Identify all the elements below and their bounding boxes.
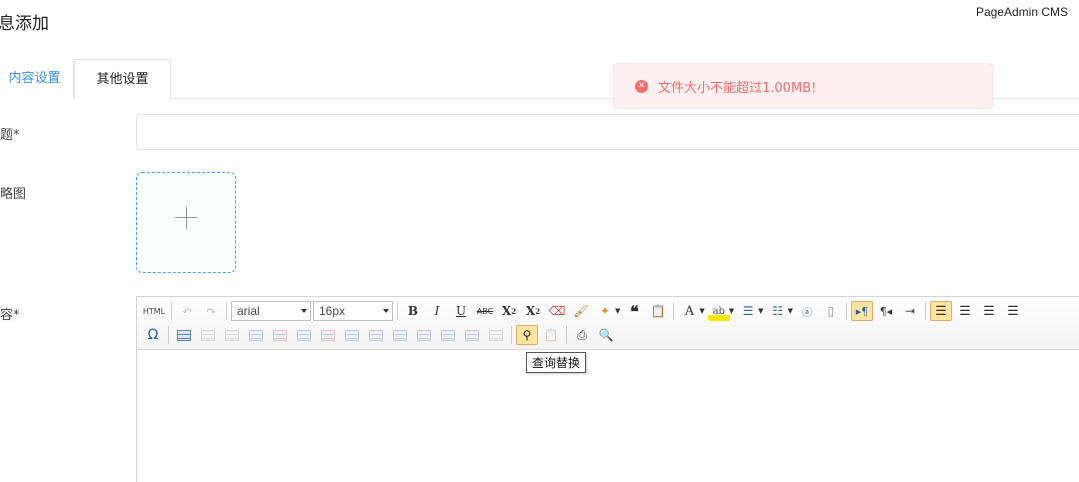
table-grid-icon — [393, 329, 407, 341]
font-size-value: 16px — [319, 304, 346, 318]
table-grid-icon — [465, 329, 479, 341]
align-center-icon[interactable]: ☰ — [954, 301, 976, 321]
table-grid-icon — [201, 329, 215, 341]
unordered-list-icon[interactable]: ☷ — [767, 301, 789, 321]
indent-icon[interactable]: ⇥ — [899, 301, 921, 321]
chevron-down-icon — [301, 309, 307, 313]
undo-icon[interactable]: ↶ — [176, 301, 198, 321]
font-color-icon[interactable]: A — [678, 301, 700, 321]
paste-text-icon[interactable]: 📋 — [647, 301, 669, 321]
split-rows-icon[interactable] — [437, 325, 459, 345]
split-cells-icon[interactable] — [413, 325, 435, 345]
highlight-icon[interactable]: ab — [707, 301, 730, 321]
table-grid-icon — [273, 329, 287, 341]
eraser-icon[interactable]: ⌫ — [546, 301, 568, 321]
delete-table-icon[interactable] — [197, 325, 219, 345]
auto-format-icon[interactable]: ✦ — [594, 301, 616, 321]
toolbar-tooltip: 查询替换 — [526, 352, 587, 373]
table-grid-icon — [297, 329, 311, 341]
align-left-icon[interactable]: ☰ — [929, 301, 952, 321]
html-source-icon[interactable]: HTML — [141, 301, 167, 321]
align-right-icon[interactable]: ☰ — [978, 301, 1000, 321]
underline-icon[interactable]: U — [450, 301, 472, 321]
special-char-icon[interactable]: Ω — [142, 325, 164, 345]
search-replace-icon[interactable]: ⚲ — [516, 325, 538, 345]
subscript-icon[interactable]: X2 — [522, 301, 544, 321]
thumbnail-label: 略图 — [0, 187, 27, 202]
insert-table-icon[interactable] — [173, 325, 195, 345]
separator — [226, 302, 227, 320]
blockquote-icon[interactable]: ❝ — [623, 301, 645, 321]
title-label: 题* — [0, 128, 20, 143]
merge-cells-icon[interactable] — [341, 325, 363, 345]
table-grid-icon — [441, 329, 455, 341]
ordered-list-icon[interactable]: ☰ — [737, 301, 759, 321]
font-size-select[interactable]: 16px — [313, 301, 393, 321]
page-title: 息添加 — [0, 14, 49, 34]
paste-icon[interactable]: 📋 — [540, 325, 562, 345]
select-all-icon[interactable]: ⓐ — [796, 301, 818, 321]
plus-icon-h — [175, 217, 197, 218]
table-props-icon[interactable] — [485, 325, 507, 345]
table-grid-icon — [225, 329, 239, 341]
title-input[interactable] — [136, 114, 1079, 150]
alert-message: 文件大小不能超过1.00MB! — [658, 80, 817, 96]
separator — [673, 302, 675, 320]
italic-icon[interactable]: I — [426, 301, 448, 321]
insert-paragraph-icon[interactable] — [221, 325, 243, 345]
thumbnail-upload[interactable] — [136, 172, 236, 273]
print-icon[interactable]: ⎙ — [571, 325, 593, 345]
table-grid-icon — [249, 329, 263, 341]
insert-row-icon[interactable] — [245, 325, 267, 345]
chevron-down-icon[interactable]: ▼ — [615, 307, 620, 315]
error-alert: ✕ 文件大小不能超过1.00MB! — [613, 63, 993, 109]
separator — [566, 326, 567, 344]
separator — [168, 326, 169, 344]
rtl-icon[interactable]: ¶◂ — [875, 301, 897, 321]
justify-icon[interactable]: ☰ — [1002, 301, 1024, 321]
content-label: 容* — [0, 308, 20, 323]
rich-text-editor[interactable]: HTML ↶ ↷ arial 16px B I U ABC X2 X2 ⌫ 🖌 … — [136, 296, 1079, 482]
superscript-icon[interactable]: X2 — [498, 301, 520, 321]
table-grid-icon — [345, 329, 359, 341]
chevron-down-icon[interactable]: ▼ — [699, 307, 704, 315]
error-circle-icon: ✕ — [635, 79, 648, 93]
editor-toolbar: HTML ↶ ↷ arial 16px B I U ABC X2 X2 ⌫ 🖌 … — [137, 297, 1079, 350]
ltr-icon[interactable]: ▸¶ — [850, 301, 873, 321]
split-cols-icon[interactable] — [461, 325, 483, 345]
toolbar-row-2: Ω ⚲ 📋 ⎙ 🔍 — [137, 324, 618, 346]
tab-other-settings[interactable]: 其他设置 — [74, 59, 171, 99]
format-brush-icon[interactable]: 🖌 — [570, 301, 592, 321]
chevron-down-icon[interactable]: ▼ — [729, 307, 734, 315]
bold-icon[interactable]: B — [402, 301, 424, 321]
chevron-down-icon[interactable]: ▼ — [758, 307, 763, 315]
chevron-down-icon[interactable]: ▼ — [788, 307, 793, 315]
merge-right-icon[interactable] — [365, 325, 387, 345]
delete-row-icon[interactable] — [269, 325, 291, 345]
tab-content-settings[interactable]: 内容设置 — [0, 59, 74, 100]
separator — [397, 302, 398, 320]
table-grid-icon — [489, 329, 503, 341]
preview-icon[interactable]: 🔍 — [595, 325, 617, 345]
font-family-select[interactable]: arial — [231, 301, 311, 321]
chevron-down-icon — [383, 309, 389, 313]
redo-icon[interactable]: ↷ — [200, 301, 222, 321]
plus-icon — [186, 207, 187, 229]
separator — [924, 302, 926, 320]
table-grid-icon — [177, 329, 191, 341]
table-grid-icon — [321, 329, 335, 341]
separator — [171, 302, 172, 320]
separator — [845, 302, 847, 320]
table-grid-icon — [369, 329, 383, 341]
merge-down-icon[interactable] — [389, 325, 411, 345]
insert-col-icon[interactable] — [293, 325, 315, 345]
brand-name: PageAdmin CMS — [975, 5, 1068, 19]
toolbar-row-1: HTML ↶ ↷ arial 16px B I U ABC X2 X2 ⌫ 🖌 … — [137, 300, 1025, 322]
table-grid-icon — [417, 329, 431, 341]
font-family-value: arial — [237, 304, 260, 318]
delete-col-icon[interactable] — [317, 325, 339, 345]
strikethrough-icon[interactable]: ABC — [474, 301, 496, 321]
separator — [511, 326, 512, 344]
clear-doc-icon[interactable]: ▯ — [820, 301, 842, 321]
